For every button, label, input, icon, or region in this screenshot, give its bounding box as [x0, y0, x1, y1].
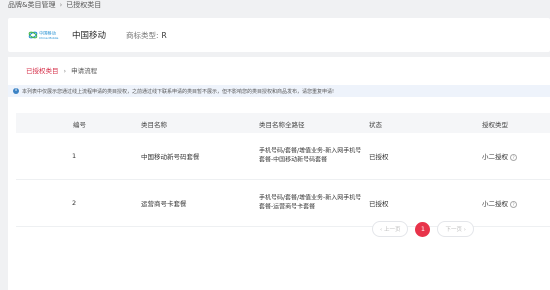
- merchant-name: 中国移动: [72, 31, 107, 41]
- merchant-type-label: 商标类型:: [126, 30, 159, 40]
- svg-text:China Mobile: China Mobile: [39, 36, 59, 40]
- table-row: 1 中国移动新号码套餐 手机号码/套餐/增值业务-新入网手机号套餐-中国移动新号…: [16, 133, 550, 180]
- notice-text: 本列表中仅展示您通过线上流程申请的类目授权，之前通过线下联系申请的类目暂不展示，…: [22, 88, 335, 95]
- sub-breadcrumb-link[interactable]: 已授权类目: [26, 67, 59, 75]
- cell-type: 小二授权?: [482, 198, 517, 208]
- page-number-current[interactable]: 1: [415, 221, 431, 237]
- breadcrumb: 品牌&类目管理 › 已授权类目: [8, 0, 101, 10]
- china-mobile-logo: 中国移动 China Mobile: [28, 30, 59, 40]
- header-type: 授权类型: [482, 121, 508, 129]
- prev-page-button[interactable]: ‹ 上一页: [372, 221, 409, 237]
- content-panel: 已授权类目 › 申请流程 i 本列表中仅展示您通过线上流程申请的类目授权，之前通过线…: [8, 57, 550, 290]
- cell-no: 2: [72, 199, 77, 207]
- header-path: 类目名称全路径: [259, 121, 305, 129]
- auth-type-label: 小二授权: [482, 200, 508, 208]
- header-no: 编号: [73, 121, 86, 129]
- table-header: 编号 类目名称 类目名称全路径 状态 授权类型: [16, 113, 550, 133]
- table-row: 2 运营商号卡套餐 手机号码/套餐/增值业务-新入网手机号套餐-运营商号卡套餐 …: [16, 180, 550, 227]
- sub-breadcrumb-current: 申请流程: [71, 67, 98, 75]
- cell-no: 1: [72, 152, 77, 160]
- sub-breadcrumb-separator: ›: [63, 67, 67, 75]
- notice-banner: i 本列表中仅展示您通过线上流程申请的类目授权，之前通过线下联系申请的类目暂不展…: [8, 85, 550, 97]
- breadcrumb-current: 已授权类目: [66, 1, 102, 9]
- cell-name: 运营商号卡套餐: [141, 200, 187, 208]
- pagination: ‹ 上一页 1 下一页 ›: [372, 221, 474, 237]
- cell-status: 已授权: [369, 200, 389, 208]
- next-page-button[interactable]: 下一页 ›: [437, 221, 474, 237]
- help-icon[interactable]: ?: [510, 200, 517, 208]
- header-status: 状态: [369, 121, 382, 129]
- cell-path: 手机号码/套餐/增值业务-新入网手机号套餐-中国移动新号码套餐: [259, 147, 362, 164]
- header-name: 类目名称: [141, 121, 167, 129]
- cell-status: 已授权: [369, 153, 389, 161]
- breadcrumb-root[interactable]: 品牌&类目管理: [8, 1, 55, 9]
- auth-type-label: 小二授权: [482, 153, 508, 161]
- cell-path: 手机号码/套餐/增值业务-新入网手机号套餐-运营商号卡套餐: [259, 194, 362, 211]
- cell-name: 中国移动新号码套餐: [141, 153, 200, 161]
- cell-type: 小二授权?: [482, 151, 517, 161]
- sub-breadcrumb: 已授权类目 › 申请流程: [26, 65, 97, 75]
- breadcrumb-separator: ›: [59, 1, 63, 9]
- merchant-type: 商标类型: R: [126, 30, 167, 41]
- merchant-header: 中国移动 China Mobile 中国移动 商标类型: R: [8, 18, 550, 52]
- info-icon: i: [13, 88, 19, 94]
- help-icon[interactable]: ?: [510, 153, 517, 161]
- category-table: 编号 类目名称 类目名称全路径 状态 授权类型 1 中国移动新号码套餐 手机号码…: [16, 113, 550, 227]
- merchant-type-value: R: [161, 30, 167, 40]
